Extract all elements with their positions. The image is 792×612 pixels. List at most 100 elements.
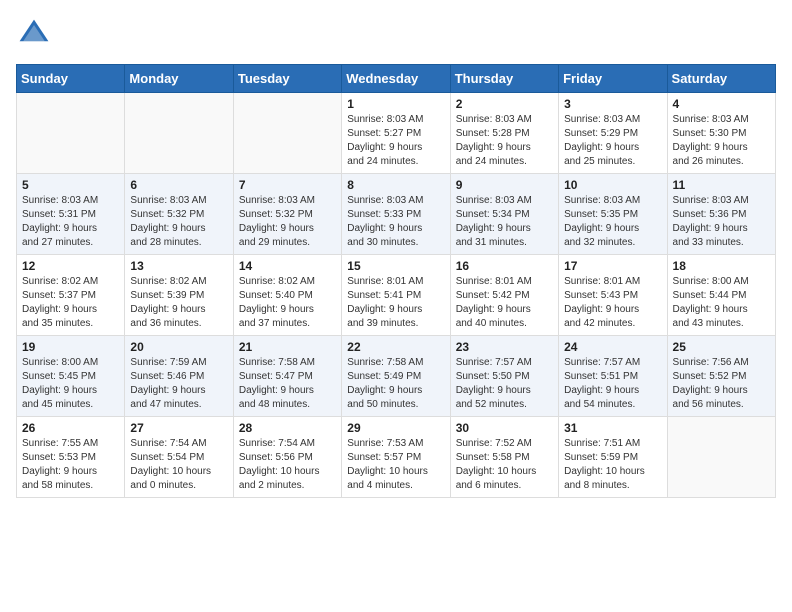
day-number: 3 [564,97,661,111]
calendar-cell: 17 Sunrise: 8:01 AM Sunset: 5:43 PM Dayli… [559,255,667,336]
day-number: 7 [239,178,336,192]
day-info: Sunrise: 8:03 AM Sunset: 5:29 PM Dayligh… [564,113,661,169]
day-number: 13 [130,259,227,273]
day-info: Sunrise: 7:57 AM Sunset: 5:50 PM Dayligh… [456,356,553,412]
calendar-cell: 8 Sunrise: 8:03 AM Sunset: 5:33 PM Daylig… [342,174,450,255]
day-number: 24 [564,340,661,354]
calendar-header-friday: Friday [559,65,667,93]
calendar-cell: 15 Sunrise: 8:01 AM Sunset: 5:41 PM Dayli… [342,255,450,336]
calendar-cell [125,93,233,174]
calendar-cell: 7 Sunrise: 8:03 AM Sunset: 5:32 PM Daylig… [233,174,341,255]
day-number: 15 [347,259,444,273]
calendar-cell: 28Sunrise: 7:54 AM Sunset: 5:56 PM Dayli… [233,417,341,498]
day-info: Sunrise: 8:03 AM Sunset: 5:36 PM Dayligh… [673,194,770,250]
calendar-cell: 5 Sunrise: 8:03 AM Sunset: 5:31 PM Daylig… [17,174,125,255]
day-number: 22 [347,340,444,354]
day-number: 26 [22,421,119,435]
calendar-cell: 20 Sunrise: 7:59 AM Sunset: 5:46 PM Dayli… [125,336,233,417]
day-info: Sunrise: 8:02 AM Sunset: 5:37 PM Dayligh… [22,275,119,331]
day-info: Sunrise: 8:01 AM Sunset: 5:42 PM Dayligh… [456,275,553,331]
day-number: 6 [130,178,227,192]
calendar-cell: 9 Sunrise: 8:03 AM Sunset: 5:34 PM Daylig… [450,174,558,255]
day-info: Sunrise: 7:53 AM Sunset: 5:57 PM Dayligh… [347,437,444,493]
day-info: Sunrise: 7:54 AM Sunset: 5:56 PM Dayligh… [239,437,336,493]
day-number: 31 [564,421,661,435]
logo [16,16,56,52]
calendar-week-1: 1 Sunrise: 8:03 AM Sunset: 5:27 PM Daylig… [17,93,776,174]
day-info: Sunrise: 8:03 AM Sunset: 5:28 PM Dayligh… [456,113,553,169]
calendar-cell: 10 Sunrise: 8:03 AM Sunset: 5:35 PM Dayli… [559,174,667,255]
day-number: 10 [564,178,661,192]
calendar-cell: 23 Sunrise: 7:57 AM Sunset: 5:50 PM Dayli… [450,336,558,417]
calendar-header-sunday: Sunday [17,65,125,93]
day-number: 27 [130,421,227,435]
logo-icon [16,16,52,52]
calendar-cell: 11 Sunrise: 8:03 AM Sunset: 5:36 PM Dayli… [667,174,775,255]
calendar-cell [17,93,125,174]
calendar-cell: 29 Sunrise: 7:53 AM Sunset: 5:57 PM Dayli… [342,417,450,498]
calendar-cell: 31 Sunrise: 7:51 AM Sunset: 5:59 PM Dayli… [559,417,667,498]
calendar-cell: 18 Sunrise: 8:00 AM Sunset: 5:44 PM Dayli… [667,255,775,336]
day-info: Sunrise: 8:00 AM Sunset: 5:44 PM Dayligh… [673,275,770,331]
calendar-cell: 26 Sunrise: 7:55 AM Sunset: 5:53 PM Dayli… [17,417,125,498]
day-number: 17 [564,259,661,273]
day-info: Sunrise: 8:00 AM Sunset: 5:45 PM Dayligh… [22,356,119,412]
day-info: Sunrise: 7:54 AM Sunset: 5:54 PM Dayligh… [130,437,227,493]
day-number: 8 [347,178,444,192]
calendar-header-saturday: Saturday [667,65,775,93]
calendar-cell: 14Sunrise: 8:02 AM Sunset: 5:40 PM Dayli… [233,255,341,336]
day-info: Sunrise: 7:51 AM Sunset: 5:59 PM Dayligh… [564,437,661,493]
calendar-week-4: 19 Sunrise: 8:00 AM Sunset: 5:45 PM Dayli… [17,336,776,417]
calendar-cell: 19 Sunrise: 8:00 AM Sunset: 5:45 PM Dayli… [17,336,125,417]
day-number: 12 [22,259,119,273]
day-info: Sunrise: 7:58 AM Sunset: 5:47 PM Dayligh… [239,356,336,412]
calendar-cell: 12 Sunrise: 8:02 AM Sunset: 5:37 PM Dayli… [17,255,125,336]
day-info: Sunrise: 8:03 AM Sunset: 5:31 PM Dayligh… [22,194,119,250]
page-header [16,16,776,52]
day-number: 21 [239,340,336,354]
day-number: 19 [22,340,119,354]
day-number: 30 [456,421,553,435]
day-number: 25 [673,340,770,354]
day-number: 9 [456,178,553,192]
calendar-header-thursday: Thursday [450,65,558,93]
calendar-cell: 2 Sunrise: 8:03 AM Sunset: 5:28 PM Daylig… [450,93,558,174]
calendar-cell [667,417,775,498]
day-number: 16 [456,259,553,273]
day-number: 11 [673,178,770,192]
day-info: Sunrise: 8:02 AM Sunset: 5:40 PM Dayligh… [239,275,336,331]
calendar-week-5: 26 Sunrise: 7:55 AM Sunset: 5:53 PM Dayli… [17,417,776,498]
day-number: 20 [130,340,227,354]
day-info: Sunrise: 7:56 AM Sunset: 5:52 PM Dayligh… [673,356,770,412]
calendar-cell: 22 Sunrise: 7:58 AM Sunset: 5:49 PM Dayli… [342,336,450,417]
day-number: 5 [22,178,119,192]
calendar-header-row: SundayMondayTuesdayWednesdayThursdayFrid… [17,65,776,93]
day-number: 18 [673,259,770,273]
day-info: Sunrise: 8:03 AM Sunset: 5:33 PM Dayligh… [347,194,444,250]
calendar-cell: 4Sunrise: 8:03 AM Sunset: 5:30 PM Daylig… [667,93,775,174]
day-number: 29 [347,421,444,435]
day-info: Sunrise: 8:03 AM Sunset: 5:34 PM Dayligh… [456,194,553,250]
day-info: Sunrise: 8:01 AM Sunset: 5:43 PM Dayligh… [564,275,661,331]
calendar-cell: 24Sunrise: 7:57 AM Sunset: 5:51 PM Dayli… [559,336,667,417]
calendar-cell: 27 Sunrise: 7:54 AM Sunset: 5:54 PM Dayli… [125,417,233,498]
calendar-week-3: 12 Sunrise: 8:02 AM Sunset: 5:37 PM Dayli… [17,255,776,336]
day-info: Sunrise: 7:55 AM Sunset: 5:53 PM Dayligh… [22,437,119,493]
calendar-cell: 21 Sunrise: 7:58 AM Sunset: 5:47 PM Dayli… [233,336,341,417]
calendar-cell: 1 Sunrise: 8:03 AM Sunset: 5:27 PM Daylig… [342,93,450,174]
day-info: Sunrise: 8:02 AM Sunset: 5:39 PM Dayligh… [130,275,227,331]
day-number: 23 [456,340,553,354]
day-info: Sunrise: 8:03 AM Sunset: 5:32 PM Dayligh… [130,194,227,250]
calendar-cell: 25 Sunrise: 7:56 AM Sunset: 5:52 PM Dayli… [667,336,775,417]
day-info: Sunrise: 8:01 AM Sunset: 5:41 PM Dayligh… [347,275,444,331]
day-info: Sunrise: 8:03 AM Sunset: 5:32 PM Dayligh… [239,194,336,250]
day-info: Sunrise: 8:03 AM Sunset: 5:27 PM Dayligh… [347,113,444,169]
day-info: Sunrise: 8:03 AM Sunset: 5:35 PM Dayligh… [564,194,661,250]
day-info: Sunrise: 7:59 AM Sunset: 5:46 PM Dayligh… [130,356,227,412]
calendar-cell: 6 Sunrise: 8:03 AM Sunset: 5:32 PM Daylig… [125,174,233,255]
day-number: 2 [456,97,553,111]
calendar-cell [233,93,341,174]
day-number: 1 [347,97,444,111]
day-info: Sunrise: 7:58 AM Sunset: 5:49 PM Dayligh… [347,356,444,412]
day-number: 4 [673,97,770,111]
